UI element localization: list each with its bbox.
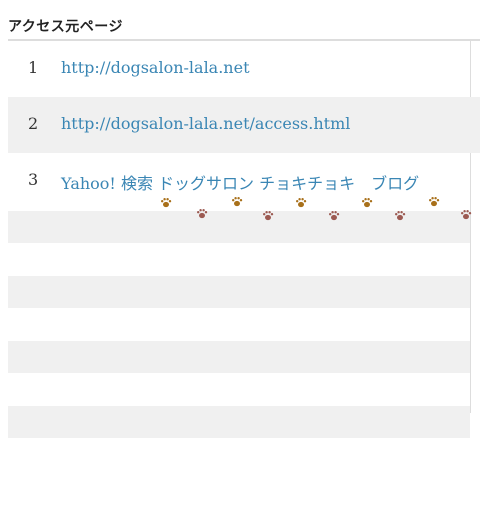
- referrer-list: 1 http://dogsalon-lala.net 2 http://dogs…: [8, 41, 480, 209]
- paw-print-icon: [263, 211, 274, 221]
- rank-number: 1: [28, 58, 39, 77]
- empty-row-band: [8, 276, 470, 308]
- list-item: 1 http://dogsalon-lala.net: [8, 41, 480, 97]
- paw-print-icon: [296, 198, 307, 208]
- paw-print-icon: [429, 197, 440, 207]
- referrer-link[interactable]: Yahoo! 検索 ドッグサロン チョキチョキ ブログ: [61, 170, 419, 194]
- rank-number: 2: [28, 114, 39, 133]
- paw-print-icon: [161, 198, 172, 208]
- referrer-link[interactable]: http://dogsalon-lala.net/access.html: [61, 114, 350, 133]
- list-item: 3 Yahoo! 検索 ドッグサロン チョキチョキ ブログ: [8, 153, 480, 209]
- paw-print-icon: [232, 197, 243, 207]
- paw-print-icon: [461, 210, 472, 220]
- paw-print-icon: [197, 209, 208, 219]
- empty-row-band: [8, 406, 470, 438]
- section-title: アクセス元ページ: [8, 19, 124, 35]
- paw-print-icon: [329, 211, 340, 221]
- list-item: 2 http://dogsalon-lala.net/access.html: [8, 97, 480, 153]
- paw-print-icon: [362, 198, 373, 208]
- paw-print-icon: [395, 211, 406, 221]
- empty-row-band: [8, 341, 470, 373]
- rank-number: 3: [28, 170, 39, 189]
- referrer-link[interactable]: http://dogsalon-lala.net: [61, 58, 250, 77]
- access-source-page: アクセス元ページ 1 http://dogsalon-lala.net 2 ht…: [0, 0, 480, 527]
